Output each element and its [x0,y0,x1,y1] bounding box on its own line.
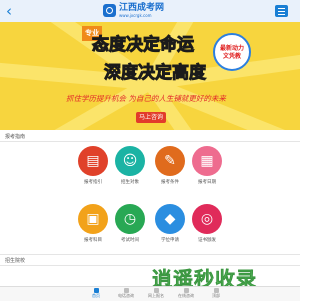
logo-text: 江西成考网 [119,3,165,13]
menu-icon[interactable] [275,5,288,17]
banner-slogan: 抓住学历提升机会 为自己的人生铺就更好的未来 [66,94,226,103]
tab-top[interactable]: 顶部 [186,287,246,301]
banner-badge: 最新动力 文凭教 [213,33,251,71]
grid-item-label: 报考日期 [198,180,216,185]
grid-item-certificate[interactable]: ◎ 证书颁发 [177,204,237,243]
banner-headline-1: 态度决定命运 [92,35,195,56]
grid-item-label: 证书颁发 [198,238,216,243]
section-divider [0,141,300,142]
consult-now-button[interactable]: 马上咨询 [136,112,166,123]
logo-mark-icon [103,4,116,17]
guide-section-title: 报考指南 [5,134,26,140]
promo-banner[interactable]: 专业 态度决定命运 深度决定高度 最新动力 文凭教 抓住学历提升机会 为自己的人… [0,22,300,130]
bottom-tab-bar: 首页 电话咨询 网上报名 在线咨询 顶部 [0,286,300,301]
section-divider [0,254,300,255]
site-logo[interactable]: 江西成考网 www.jxcrgk.com [103,3,191,19]
top-header: ‹ 江西成考网 www.jxcrgk.com [0,0,300,22]
banner-badge-text: 最新动力 文凭教 [219,45,244,60]
tab-label: 顶部 [212,293,220,298]
grid-item-dates[interactable]: ▦ 报考日期 [177,146,237,185]
back-chevron-icon[interactable]: ‹ [6,1,12,21]
logo-url: www.jxcrgk.com [119,13,152,18]
seal-icon: ◎ [192,204,222,234]
school-section-title: 招生院校 [5,258,26,264]
calendar-icon: ▦ [192,146,222,176]
banner-headline-2: 深度决定高度 [104,63,207,84]
